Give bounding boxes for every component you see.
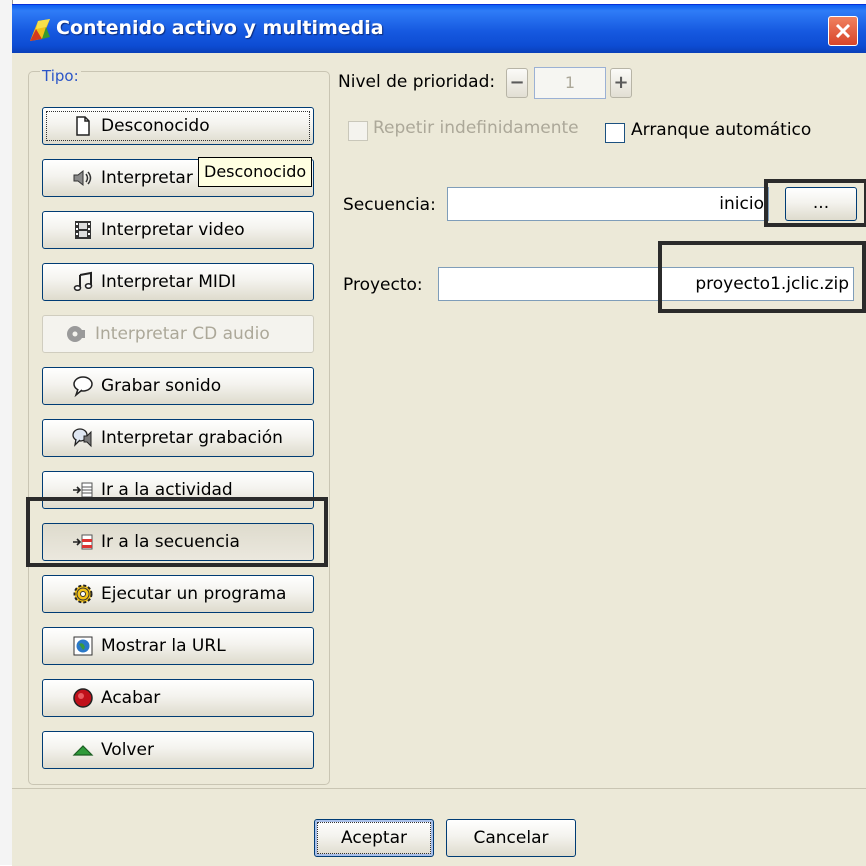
type-button-volver[interactable]: Volver (42, 731, 314, 769)
type-button-grabar-sonido[interactable]: Grabar sonido (42, 367, 314, 405)
speaker-icon (71, 166, 95, 190)
type-button-interpretar-cd-audio[interactable]: Interpretar CD audio (42, 315, 314, 353)
speech-bubble-icon (71, 374, 95, 398)
type-button-label: Interpretar video (101, 220, 245, 240)
type-button-interpretar-midi[interactable]: Interpretar MIDI (42, 263, 314, 301)
highlight-box-sequence (764, 179, 866, 227)
priority-label: Nivel de prioridad: (338, 72, 495, 92)
priority-decrement-button[interactable]: − (506, 68, 528, 98)
type-button-interpretar-video[interactable]: Interpretar video (42, 211, 314, 249)
type-button-label: Grabar sonido (101, 376, 221, 396)
dialog-window: Contenido activo y multimedia Tipo: Desc… (12, 4, 866, 866)
autostart-checkbox[interactable] (605, 123, 625, 143)
highlight-box-project (658, 241, 866, 313)
type-button-mostrar-url[interactable]: Mostrar la URL (42, 627, 314, 665)
close-button[interactable] (828, 16, 858, 46)
type-button-ejecutar-programa[interactable]: Ejecutar un programa (42, 575, 314, 613)
triangle-up-icon (71, 738, 95, 762)
document-icon (71, 114, 95, 138)
project-label: Proyecto: (343, 275, 423, 295)
speech-speaker-icon (71, 426, 95, 450)
type-button-label: Acabar (101, 688, 160, 708)
repeat-label: Repetir indefinidamente (373, 118, 579, 138)
sequence-field[interactable]: inicio (447, 187, 769, 221)
footer-separator (12, 788, 866, 789)
autostart-label: Arranque automático (631, 120, 811, 140)
priority-field[interactable]: 1 (534, 67, 606, 99)
type-button-label: Interpretar (101, 168, 193, 188)
type-button-interpretar-grabacion[interactable]: Interpretar grabación (42, 419, 314, 457)
app-logo-icon (28, 17, 52, 43)
tipo-label: Tipo: (40, 67, 81, 85)
sequence-label: Secuencia: (343, 195, 436, 215)
music-note-icon (71, 270, 95, 294)
globe-icon (71, 634, 95, 658)
window-title: Contenido activo y multimedia (56, 17, 384, 39)
tooltip: Desconocido (198, 157, 312, 187)
type-button-label: Interpretar grabación (101, 428, 283, 448)
type-button-label: Desconocido (101, 116, 210, 136)
type-button-label: Interpretar CD audio (95, 324, 270, 344)
film-icon (71, 218, 95, 242)
repeat-checkbox[interactable] (348, 121, 368, 141)
type-button-label: Interpretar MIDI (101, 272, 236, 292)
type-button-acabar[interactable]: Acabar (42, 679, 314, 717)
highlight-box-ir-a-la-secuencia (26, 497, 328, 567)
close-x-icon (829, 17, 857, 45)
cd-icon (65, 322, 89, 346)
title-bar[interactable]: Contenido activo y multimedia (12, 5, 866, 53)
type-button-label: Volver (101, 740, 154, 760)
type-button-label: Ejecutar un programa (101, 584, 286, 604)
gear-icon (71, 582, 95, 606)
priority-increment-button[interactable]: + (610, 68, 632, 98)
stop-icon (71, 686, 95, 710)
cancel-button[interactable]: Cancelar (446, 819, 576, 857)
type-button-label: Mostrar la URL (101, 636, 226, 656)
accept-button[interactable]: Aceptar (314, 819, 434, 857)
type-button-desconocido[interactable]: Desconocido (42, 107, 314, 145)
